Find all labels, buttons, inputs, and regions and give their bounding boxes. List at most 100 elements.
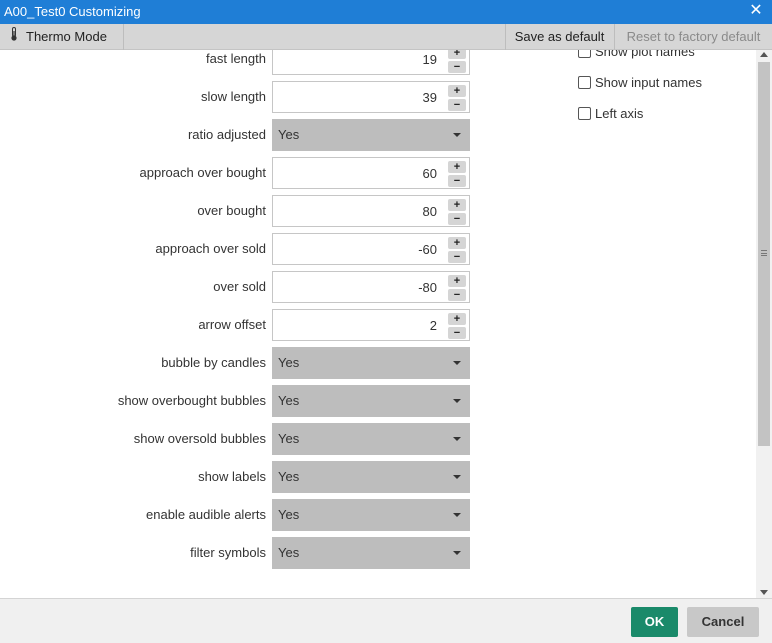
thermo-mode-label: Thermo Mode	[26, 29, 107, 44]
input-label: bubble by candles	[161, 355, 266, 370]
input-row: fast length 19 + −	[0, 50, 480, 75]
input-label: filter symbols	[190, 545, 266, 560]
input-row: ratio adjusted Yes	[0, 119, 480, 151]
increment-button[interactable]: +	[448, 313, 466, 325]
window-title: A00_Test0 Customizing	[4, 4, 141, 19]
input-row: show labels Yes	[0, 461, 480, 493]
input-label: approach over bought	[139, 165, 266, 180]
dialog-footer: OK Cancel	[0, 598, 772, 643]
chevron-down-icon	[453, 133, 461, 137]
ok-button[interactable]: OK	[631, 607, 678, 637]
decrement-button[interactable]: −	[448, 175, 466, 187]
scroll-up-icon[interactable]	[760, 52, 768, 57]
vertical-scrollbar[interactable]	[756, 50, 772, 598]
select-dropdown[interactable]: Yes	[272, 461, 470, 493]
number-input[interactable]: 80 + −	[272, 195, 470, 227]
number-input[interactable]: 39 + −	[272, 81, 470, 113]
scroll-down-icon[interactable]	[760, 590, 768, 595]
chevron-down-icon	[453, 551, 461, 555]
chevron-down-icon	[453, 361, 461, 365]
increment-button[interactable]: +	[448, 161, 466, 173]
number-value[interactable]: -80	[418, 280, 437, 295]
thermometer-icon	[10, 24, 20, 50]
increment-button[interactable]: +	[448, 199, 466, 211]
select-value: Yes	[278, 393, 300, 408]
reset-factory-default-button[interactable]: Reset to factory default	[614, 24, 772, 50]
input-row: enable audible alerts Yes	[0, 499, 480, 531]
decrement-button[interactable]: −	[448, 213, 466, 225]
increment-button[interactable]: +	[448, 85, 466, 97]
number-value[interactable]: 19	[423, 52, 437, 67]
inputs-panel: fast length 19 + − slow length 39 + − ratio adju…	[0, 50, 756, 598]
select-value: Yes	[278, 469, 300, 484]
input-label: slow length	[200, 89, 266, 104]
input-label: show labels	[198, 469, 266, 484]
decrement-button[interactable]: −	[448, 251, 466, 263]
increment-button[interactable]: +	[448, 237, 466, 249]
input-label: over bought	[197, 203, 266, 218]
checkbox-label: Show plot names	[595, 50, 695, 59]
number-input[interactable]: 19 + −	[272, 50, 470, 75]
input-label: enable audible alerts	[146, 507, 266, 522]
grip-icon	[761, 250, 767, 256]
number-value[interactable]: 39	[423, 90, 437, 105]
select-dropdown[interactable]: Yes	[272, 385, 470, 417]
input-row: approach over bought 60 + −	[0, 157, 480, 189]
checkbox-label: Left axis	[595, 106, 644, 121]
input-label: approach over sold	[155, 241, 266, 256]
input-row: approach over sold -60 + −	[0, 233, 480, 265]
select-value: Yes	[278, 355, 300, 370]
input-label: over sold	[213, 279, 266, 294]
select-value: Yes	[278, 431, 300, 446]
checkbox-box[interactable]	[578, 50, 591, 58]
number-input[interactable]: -60 + −	[272, 233, 470, 265]
save-as-default-button[interactable]: Save as default	[505, 24, 613, 50]
number-value[interactable]: 2	[430, 318, 437, 333]
checkbox-label: Show input names	[595, 75, 702, 90]
input-row: show overbought bubbles Yes	[0, 385, 480, 417]
decrement-button[interactable]: −	[448, 61, 466, 73]
checkbox-box[interactable]	[578, 107, 591, 120]
select-dropdown[interactable]: Yes	[272, 119, 470, 151]
close-icon[interactable]: ✕	[748, 2, 764, 20]
chevron-down-icon	[453, 475, 461, 479]
select-dropdown[interactable]: Yes	[272, 499, 470, 531]
input-row: filter symbols Yes	[0, 537, 480, 569]
increment-button[interactable]: +	[448, 50, 466, 59]
select-value: Yes	[278, 545, 300, 560]
number-value[interactable]: -60	[418, 242, 437, 257]
input-row: over bought 80 + −	[0, 195, 480, 227]
input-label: ratio adjusted	[187, 127, 266, 142]
input-row: bubble by candles Yes	[0, 347, 480, 379]
number-value[interactable]: 80	[423, 204, 437, 219]
select-dropdown[interactable]: Yes	[272, 537, 470, 569]
chevron-down-icon	[453, 513, 461, 517]
decrement-button[interactable]: −	[448, 327, 466, 339]
input-row: over sold -80 + −	[0, 271, 480, 303]
number-input[interactable]: 2 + −	[272, 309, 470, 341]
input-label: show oversold bubbles	[133, 431, 266, 446]
input-row: arrow offset 2 + −	[0, 309, 480, 341]
number-input[interactable]: -80 + −	[272, 271, 470, 303]
cancel-button[interactable]: Cancel	[687, 607, 759, 637]
select-value: Yes	[278, 507, 300, 522]
decrement-button[interactable]: −	[448, 99, 466, 111]
select-value: Yes	[278, 127, 300, 142]
toolbar: Thermo Mode Save as default Reset to fac…	[0, 24, 772, 50]
title-bar: A00_Test0 Customizing ✕	[0, 0, 772, 24]
customizing-window: A00_Test0 Customizing ✕ Thermo Mode Save…	[0, 0, 772, 643]
scrollbar-thumb[interactable]	[758, 62, 770, 446]
input-label: show overbought bubbles	[117, 393, 266, 408]
select-dropdown[interactable]: Yes	[272, 423, 470, 455]
checkbox-box[interactable]	[578, 76, 591, 89]
increment-button[interactable]: +	[448, 275, 466, 287]
chevron-down-icon	[453, 437, 461, 441]
input-row: slow length 39 + −	[0, 81, 480, 113]
number-value[interactable]: 60	[423, 166, 437, 181]
decrement-button[interactable]: −	[448, 289, 466, 301]
input-row: show oversold bubbles Yes	[0, 423, 480, 455]
input-label: fast length	[206, 51, 266, 66]
number-input[interactable]: 60 + −	[272, 157, 470, 189]
thermo-mode-button[interactable]: Thermo Mode	[0, 24, 124, 50]
select-dropdown[interactable]: Yes	[272, 347, 470, 379]
